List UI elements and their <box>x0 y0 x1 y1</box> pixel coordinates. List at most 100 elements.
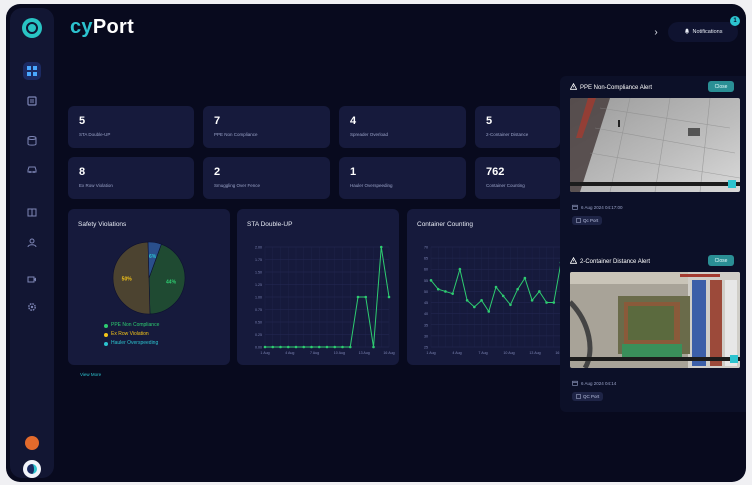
warning-icon <box>569 82 578 92</box>
data-point <box>341 345 344 349</box>
data-point <box>501 294 505 298</box>
x-tick-label: 10 Aug <box>334 351 345 355</box>
stat-value: 762 <box>486 166 505 178</box>
y-tick-label: 25 <box>424 346 428 350</box>
calendar-icon <box>572 204 578 211</box>
alert-datetime: 6 Aug 2024 04:17:00 <box>572 204 623 211</box>
stat-card[interactable]: 8 Ex Row Violation <box>68 157 194 199</box>
gear-icon[interactable] <box>23 298 41 316</box>
stat-value: 5 <box>79 115 86 127</box>
sta-line-chart: 2.00 1.75 1.50 1.25 1.00 0.75 0.50 0.25 0.001 Au… <box>255 246 395 356</box>
chevron-right-icon[interactable]: › <box>648 24 664 40</box>
legend-dot <box>104 332 108 337</box>
data-point <box>451 292 454 295</box>
y-tick-label: 60 <box>424 268 428 272</box>
legend-label: Ex Row Violation <box>111 331 149 337</box>
data-point <box>465 299 469 302</box>
y-tick-label: 0.00 <box>255 346 262 350</box>
y-tick-label: 50 <box>424 290 428 294</box>
alert-camera-image[interactable] <box>570 98 740 192</box>
stat-value: 1 <box>350 166 357 178</box>
person-icon[interactable] <box>23 234 41 252</box>
y-tick-label: 1.50 <box>255 271 262 275</box>
stat-card[interactable]: 5 2-Container Distance <box>475 106 560 148</box>
data-point <box>333 345 337 349</box>
data-point <box>310 345 313 349</box>
y-tick-label: 45 <box>424 301 428 305</box>
calendar-icon <box>572 380 578 387</box>
document-icon[interactable] <box>23 92 41 110</box>
stat-card[interactable]: 5 STA Double-UP <box>68 106 194 148</box>
app-logo[interactable] <box>22 18 42 38</box>
data-point <box>294 345 298 349</box>
stat-label: STA Double-UP <box>79 132 111 137</box>
x-tick-label: 1 Aug <box>426 351 435 355</box>
bell-icon <box>684 28 690 36</box>
legend-item: PPE Non Compliance <box>104 321 159 330</box>
stat-value: 8 <box>79 166 86 178</box>
close-alert-button[interactable]: Close <box>708 255 734 266</box>
data-point <box>302 345 306 349</box>
pie-slice-label: 44% <box>166 280 177 286</box>
legend-label: Hauler Overspeeding <box>111 340 159 346</box>
app-frame: cyPort › Notifications 1 5 STA Double-UP… <box>6 4 746 482</box>
x-tick-label: 13 Aug <box>529 351 540 355</box>
data-point <box>387 295 391 299</box>
data-point <box>480 299 483 302</box>
notifications-badge: 1 <box>730 16 740 26</box>
book-icon[interactable] <box>23 204 41 222</box>
stat-label: Smuggling Over Fence <box>214 183 261 188</box>
data-point <box>356 295 360 299</box>
notifications-button[interactable]: Notifications <box>668 22 738 42</box>
stat-value: 2 <box>214 166 221 178</box>
location-icon <box>576 393 581 400</box>
stat-label: 2-Container Distance <box>486 132 529 137</box>
stat-card[interactable]: 1 Hauler Overspeeding <box>339 157 466 199</box>
y-tick-label: 1.75 <box>255 258 262 262</box>
stat-value: 5 <box>486 115 493 127</box>
panel-title: STA Double-UP <box>247 221 293 228</box>
y-tick-label: 55 <box>424 279 428 283</box>
data-point <box>516 287 519 291</box>
stat-card[interactable]: 762 Container Counting <box>475 157 560 199</box>
camera-icon[interactable] <box>23 270 41 288</box>
data-point <box>271 345 275 349</box>
stat-card[interactable]: 7 PPE Non Compliance <box>203 106 330 148</box>
alert-datetime: 6 Aug 2024 04:14 <box>572 380 616 387</box>
view-more-link[interactable]: View More <box>80 372 101 377</box>
x-tick-label: 1 Aug <box>260 351 269 355</box>
alert-camera-image[interactable] <box>570 272 740 368</box>
legend-item: Ex Row Violation <box>104 330 159 339</box>
close-alert-button[interactable]: Close <box>708 81 734 92</box>
grid-icon[interactable] <box>23 62 41 80</box>
car-icon[interactable] <box>23 160 41 178</box>
x-tick-label: 7 Aug <box>478 351 487 355</box>
stat-label: Ex Row Violation <box>79 183 113 188</box>
data-point <box>286 345 290 349</box>
x-tick-label: 4 Aug <box>452 351 461 355</box>
x-tick-label: 4 Aug <box>285 351 294 355</box>
data-point <box>458 267 462 271</box>
pie-legend: PPE Non Compliance Ex Row Violation Hauler… <box>104 321 159 348</box>
data-point <box>530 299 534 302</box>
legend-label: PPE Non Compliance <box>111 322 160 328</box>
sidebar <box>10 8 54 478</box>
y-tick-label: 0.25 <box>255 333 262 337</box>
avatar[interactable] <box>25 436 39 450</box>
stat-label: Spreader Overload <box>350 132 389 137</box>
database-icon[interactable] <box>23 132 41 150</box>
data-point <box>317 345 321 349</box>
stat-card[interactable]: 4 Spreader Overload <box>339 106 466 148</box>
y-tick-label: 70 <box>424 246 428 250</box>
stat-card[interactable]: 2 Smuggling Over Fence <box>203 157 330 199</box>
theme-toggle-icon[interactable] <box>23 460 41 478</box>
data-point <box>364 295 368 299</box>
y-tick-label: 1.00 <box>255 296 262 300</box>
data-point <box>279 345 282 349</box>
location-chip: QC Port <box>572 392 604 401</box>
warning-icon <box>569 256 578 266</box>
stat-value: 7 <box>214 115 221 127</box>
y-tick-label: 35 <box>424 323 428 327</box>
stat-label: PPE Non Compliance <box>214 132 258 137</box>
notifications-label: Notifications <box>692 29 723 35</box>
